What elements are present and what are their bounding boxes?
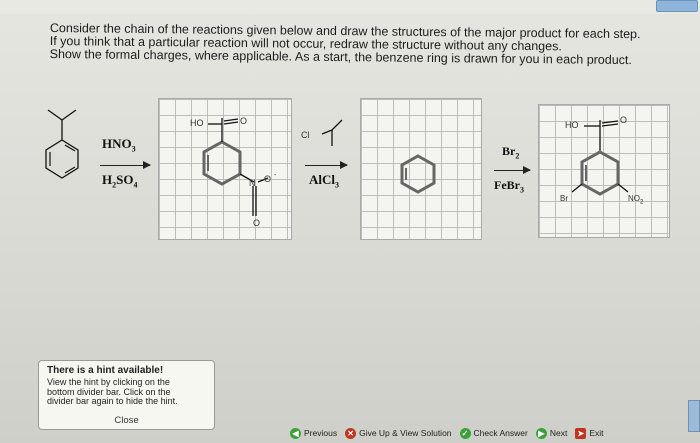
box1-o-minus-label: O xyxy=(264,174,272,184)
box1-n-label: N xyxy=(249,178,256,188)
scrollbar-thumb[interactable] xyxy=(688,400,700,432)
give-up-button[interactable]: ✕ Give Up & View Solution xyxy=(345,427,452,439)
reagent-hno3: HNO3 xyxy=(102,136,136,154)
reagent-br2: Br2 xyxy=(502,144,519,160)
box3-o-label: O xyxy=(620,115,628,125)
product-3-structure xyxy=(571,120,629,196)
corner-button[interactable] xyxy=(656,0,698,12)
top-strip xyxy=(0,0,700,14)
footer-toolbar: ◀ Previous ✕ Give Up & View Solution ✓ C… xyxy=(290,424,604,442)
check-icon: ✓ xyxy=(459,427,471,439)
reagent-hno3-text: HNO xyxy=(102,136,132,151)
reaction-chain: HNO3 H2SO4 HO O N O - O Cl AlCl3 Br2 FeB… xyxy=(0,90,700,250)
previous-label: Previous xyxy=(304,428,338,438)
reagent-febr3-text: FeBr xyxy=(494,178,520,192)
reagent-alcl3-sub: 3 xyxy=(335,180,339,190)
hint-body-3: divider bar again to hide the hint. xyxy=(47,396,178,406)
question-text: Consider the chain of the reactions give… xyxy=(50,21,690,68)
box3-no2-text: NO xyxy=(628,194,640,203)
check-answer-label: Check Answer xyxy=(473,428,528,438)
reagent-h2so4: H2SO4 xyxy=(102,172,137,190)
step2-cl-label: Cl xyxy=(301,130,310,140)
reagent-br2-sub: 2 xyxy=(515,151,520,161)
cumene-structure xyxy=(45,109,79,179)
box3-ho-label: HO xyxy=(565,120,579,130)
exit-button[interactable]: ➤ Exit xyxy=(575,427,604,439)
product-1-structure xyxy=(202,118,269,216)
problem-page: Consider the chain of the reactions give… xyxy=(0,0,700,443)
exit-label: Exit xyxy=(589,428,604,438)
reaction-arrow-3 xyxy=(494,166,531,174)
reagent-hno3-sub: 3 xyxy=(131,144,136,154)
previous-button[interactable]: ◀ Previous xyxy=(290,427,338,439)
reaction-arrow-2 xyxy=(305,161,348,169)
reagent-alcl3-text: AlCl xyxy=(309,172,335,187)
product-2-benzene xyxy=(400,154,436,194)
give-up-x-icon: ✕ xyxy=(345,427,357,439)
next-button[interactable]: ▶ Next xyxy=(535,427,568,439)
reagent-febr3: FeBr3 xyxy=(494,178,524,194)
box1-ho-label: HO xyxy=(190,118,204,128)
check-answer-button[interactable]: ✓ Check Answer xyxy=(459,427,528,439)
reagent-h2so4-sub2: 4 xyxy=(133,180,138,190)
give-up-label: Give Up & View Solution xyxy=(359,428,452,438)
isopropyl-chloride-structure xyxy=(321,119,343,146)
previous-arrow-icon: ◀ xyxy=(290,427,301,439)
next-arrow-icon: ▶ xyxy=(535,427,547,439)
next-label: Next xyxy=(549,428,568,438)
hint-close-button[interactable]: Close xyxy=(39,415,214,426)
reaction-arrow-1 xyxy=(100,161,151,169)
box1-o-bottom-label: O xyxy=(253,218,261,228)
box3-no2-sub: 2 xyxy=(640,199,644,206)
box3-no2-label: NO2 xyxy=(628,194,643,206)
box1-o-label: O xyxy=(240,116,248,126)
reagent-h2so4-so: SO xyxy=(116,172,134,187)
box1-charge-label: - xyxy=(274,172,277,179)
reagent-febr3-sub: 3 xyxy=(520,185,524,195)
exit-icon: ➤ xyxy=(575,427,587,439)
hint-box: There is a hint available! View the hint… xyxy=(38,360,215,430)
reagent-alcl3: AlCl3 xyxy=(309,172,339,190)
reagent-h2so4-h: H xyxy=(102,172,113,187)
reagent-br2-text: Br xyxy=(502,144,516,158)
hint-title: There is a hint available! xyxy=(47,365,164,376)
box3-br-label: Br xyxy=(560,194,568,203)
